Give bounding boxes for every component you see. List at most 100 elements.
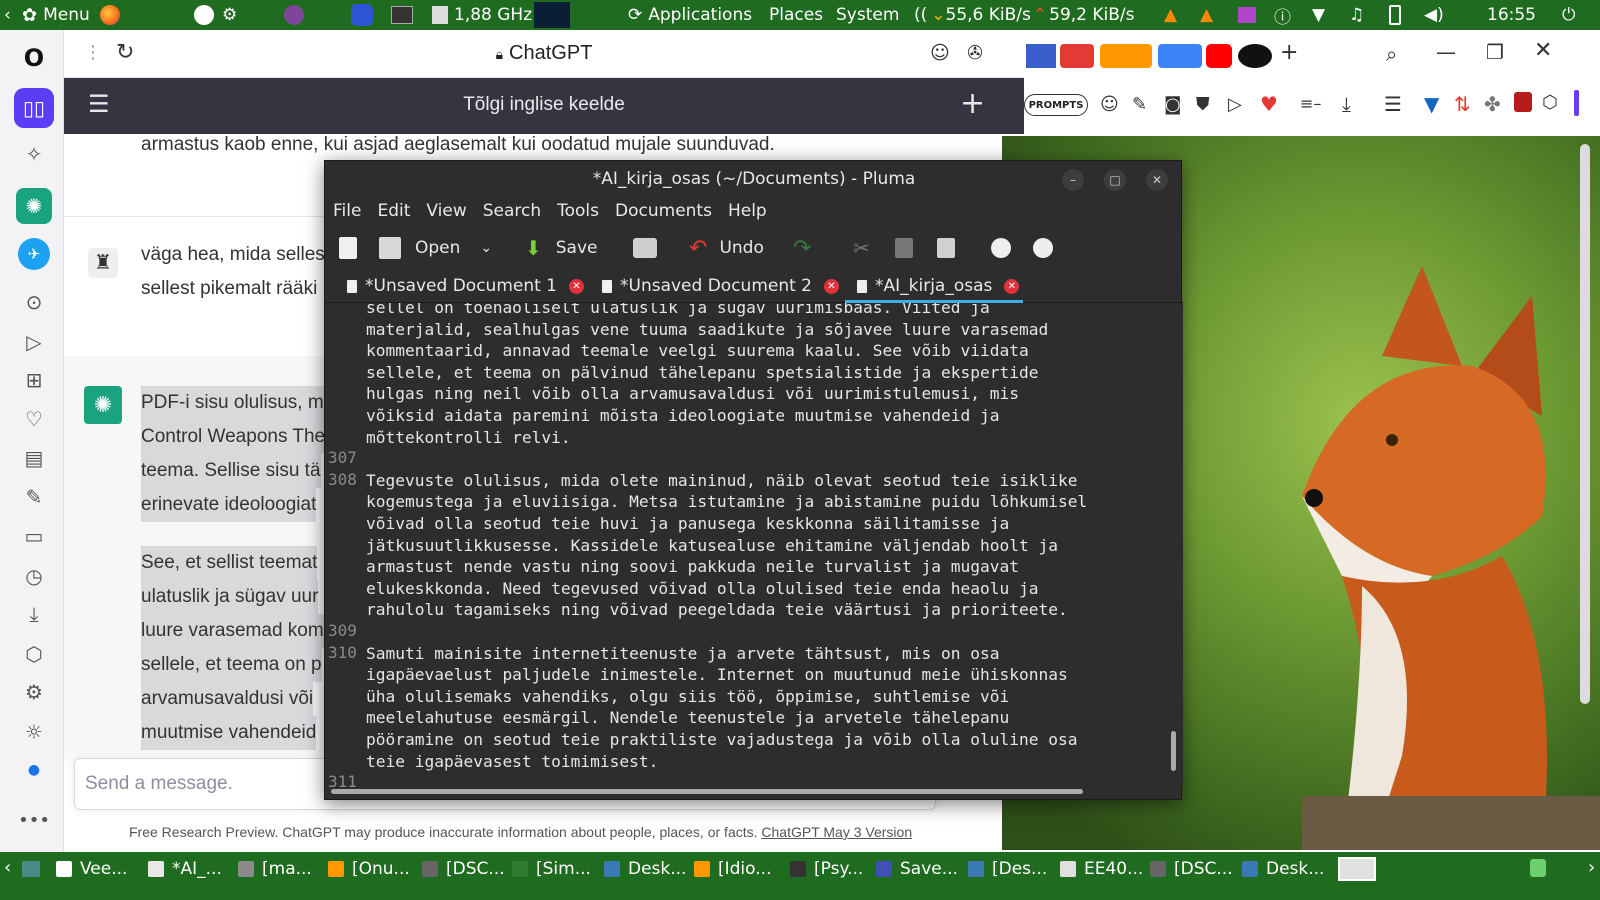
taskbar-item[interactable]: *AI_... bbox=[148, 857, 222, 881]
tab-favicon-5[interactable] bbox=[1206, 44, 1232, 68]
text-editor[interactable]: sellel on tõenäoliselt ulatuslik ja süga… bbox=[325, 303, 1183, 787]
workspace-switcher[interactable] bbox=[1338, 857, 1376, 881]
system-menu[interactable]: System bbox=[836, 0, 899, 30]
page-title[interactable]: 🔒︎ ChatGPT bbox=[64, 42, 1024, 65]
editor-horizontal-scrollbar[interactable] bbox=[331, 789, 1083, 794]
close-window-icon[interactable]: ✕ bbox=[1534, 38, 1552, 63]
pluma-maximize-button[interactable]: □ bbox=[1104, 169, 1126, 191]
sidebar-messenger[interactable]: ● bbox=[20, 756, 48, 784]
tab-close-icon[interactable]: ✕ bbox=[824, 278, 839, 294]
save-button[interactable]: ⬇ Save bbox=[525, 233, 598, 263]
ext-shield-icon[interactable]: ⛊ bbox=[1196, 94, 1210, 115]
tab-ai-kirja-osas[interactable]: *AI_kirja_osas ✕ bbox=[857, 271, 1020, 301]
ext-download-icon[interactable]: ⤓ bbox=[1342, 92, 1351, 116]
sidebar-more[interactable]: ••• bbox=[18, 806, 50, 834]
ext-puzzle-icon[interactable]: ✤ bbox=[1484, 92, 1501, 116]
maximize-icon[interactable]: ❐ bbox=[1486, 40, 1504, 64]
undo-button[interactable]: ↶ Undo bbox=[689, 233, 764, 263]
sidebar-history[interactable]: ◷ bbox=[20, 562, 48, 590]
tab-unsaved-2[interactable]: *Unsaved Document 2 ✕ bbox=[602, 271, 839, 301]
redo-button[interactable]: ↷ bbox=[793, 233, 811, 263]
tab-favicon-2[interactable] bbox=[1060, 44, 1094, 68]
ext-settings-icon[interactable]: ☰ bbox=[1384, 92, 1402, 116]
ext-edit-icon[interactable]: ✎ bbox=[1132, 94, 1147, 115]
menu-tools[interactable]: Tools bbox=[549, 199, 607, 227]
tray-notification[interactable]: ♫ bbox=[1349, 0, 1364, 30]
sidebar-bookmarks[interactable]: ♡ bbox=[20, 405, 48, 433]
open-button[interactable]: Open ⌄ bbox=[379, 233, 492, 263]
browser-scrollbar[interactable] bbox=[1580, 144, 1590, 704]
taskbar-item[interactable]: Desk... bbox=[604, 857, 686, 881]
ext-vpn-icon[interactable]: ▼ bbox=[1424, 92, 1439, 116]
applications-menu[interactable]: ⟳ Applications bbox=[628, 0, 752, 30]
find-button[interactable] bbox=[991, 233, 1011, 263]
tray-volume[interactable]: ◀) bbox=[1424, 0, 1444, 30]
tab-favicon-1[interactable] bbox=[1026, 44, 1056, 68]
menu-search[interactable]: Search bbox=[475, 199, 549, 227]
tab-close-icon[interactable]: ✕ bbox=[1004, 278, 1020, 294]
opera-launcher[interactable] bbox=[351, 0, 373, 30]
prompts-button[interactable]: PROMPTS bbox=[1024, 94, 1088, 116]
ext-camera-icon[interactable]: ◙ bbox=[1164, 94, 1181, 115]
cut-button[interactable]: ✂ bbox=[853, 233, 870, 263]
tray-battery[interactable] bbox=[1389, 0, 1401, 30]
new-tab-icon[interactable]: + bbox=[1280, 40, 1298, 65]
opera-menu-button[interactable]: O bbox=[20, 44, 48, 72]
pluma-minimize-button[interactable]: – bbox=[1062, 169, 1084, 191]
search-tabs-icon[interactable]: ⌕ bbox=[1386, 42, 1397, 66]
taskbar-item[interactable]: [Sim... bbox=[512, 857, 591, 881]
taskbar-left-arrow[interactable]: ‹ bbox=[4, 857, 11, 878]
pin-tab-icon[interactable]: ✇ bbox=[967, 42, 983, 64]
sidebar-downloads[interactable]: ⤓ bbox=[20, 600, 48, 628]
taskbar-item[interactable]: [Idio... bbox=[694, 857, 771, 881]
ext-send-icon[interactable]: ▷ bbox=[1228, 94, 1242, 115]
menu-help[interactable]: Help bbox=[720, 199, 775, 227]
ext-list-icon[interactable]: ≡– bbox=[1300, 94, 1321, 113]
taskbar-right-arrow[interactable]: › bbox=[1588, 857, 1595, 878]
tab-favicon-3[interactable] bbox=[1100, 44, 1152, 68]
tab-unsaved-1[interactable]: *Unsaved Document 1 ✕ bbox=[347, 271, 584, 301]
taskbar-item[interactable]: Save... bbox=[876, 857, 958, 881]
sidebar-send[interactable]: ▷ bbox=[20, 328, 48, 356]
paste-button[interactable] bbox=[937, 233, 955, 263]
menu-documents[interactable]: Documents bbox=[607, 199, 720, 227]
taskbar-item[interactable]: [DSC... bbox=[1150, 857, 1233, 881]
ext-arrow-icon[interactable]: ⇅ bbox=[1454, 92, 1471, 116]
taskbar-item[interactable]: Vee... bbox=[56, 857, 127, 881]
tray-update-icon[interactable] bbox=[1530, 859, 1546, 877]
terminal-launcher[interactable] bbox=[391, 0, 413, 30]
pluma-close-button[interactable]: ✕ bbox=[1146, 169, 1168, 191]
sidebar-chatgpt[interactable]: ✺ bbox=[16, 188, 52, 224]
clock[interactable]: 16:55 bbox=[1487, 0, 1536, 30]
taskbar-item[interactable]: [Des... bbox=[968, 857, 1047, 881]
taskbar-item[interactable]: Desk... bbox=[1242, 857, 1324, 881]
version-link[interactable]: ChatGPT May 3 Version bbox=[761, 824, 912, 840]
power-button[interactable]: ⏻ bbox=[1562, 0, 1575, 30]
sidebar-player[interactable]: ⊙ bbox=[20, 288, 48, 316]
taskbar-item[interactable]: [Onu... bbox=[328, 857, 410, 881]
taskbar-item[interactable]: [DSC... bbox=[422, 857, 505, 881]
vlc2-launcher[interactable]: ▲ bbox=[1200, 0, 1213, 30]
menu-view[interactable]: View bbox=[418, 199, 474, 227]
emoji-icon[interactable]: ☺ bbox=[930, 42, 950, 64]
taskbar-item[interactable]: [Psy... bbox=[790, 857, 863, 881]
chevron-down-icon[interactable]: ⌄ bbox=[480, 240, 492, 256]
vlc-launcher[interactable]: ▲ bbox=[1164, 0, 1177, 30]
menu-edit[interactable]: Edit bbox=[369, 199, 418, 227]
tab-favicon-4[interactable] bbox=[1158, 44, 1202, 68]
show-desktop-icon[interactable] bbox=[22, 861, 40, 877]
firefox-launcher[interactable] bbox=[100, 0, 120, 30]
ext-ublock-icon[interactable] bbox=[1514, 92, 1532, 112]
tab-close-icon[interactable]: ✕ bbox=[569, 278, 584, 294]
sidebar-speed-dial[interactable]: ⊞ bbox=[20, 366, 48, 394]
sidebar-twitter[interactable]: ✈ bbox=[18, 238, 50, 270]
places-menu[interactable]: Places bbox=[769, 0, 823, 30]
ext-heart-icon[interactable]: ♥ bbox=[1260, 92, 1278, 116]
minimize-icon[interactable]: — bbox=[1436, 40, 1456, 64]
sidebar-workspace[interactable]: ▯▯ bbox=[14, 88, 54, 128]
tray-wifi[interactable]: ▼ bbox=[1312, 0, 1325, 30]
new-chat-icon[interactable]: + bbox=[960, 86, 985, 121]
sidebar-toggle[interactable] bbox=[1574, 90, 1579, 116]
sidebar-extensions[interactable]: ⬡ bbox=[20, 640, 48, 668]
taskbar-item[interactable]: [ma... bbox=[238, 857, 312, 881]
